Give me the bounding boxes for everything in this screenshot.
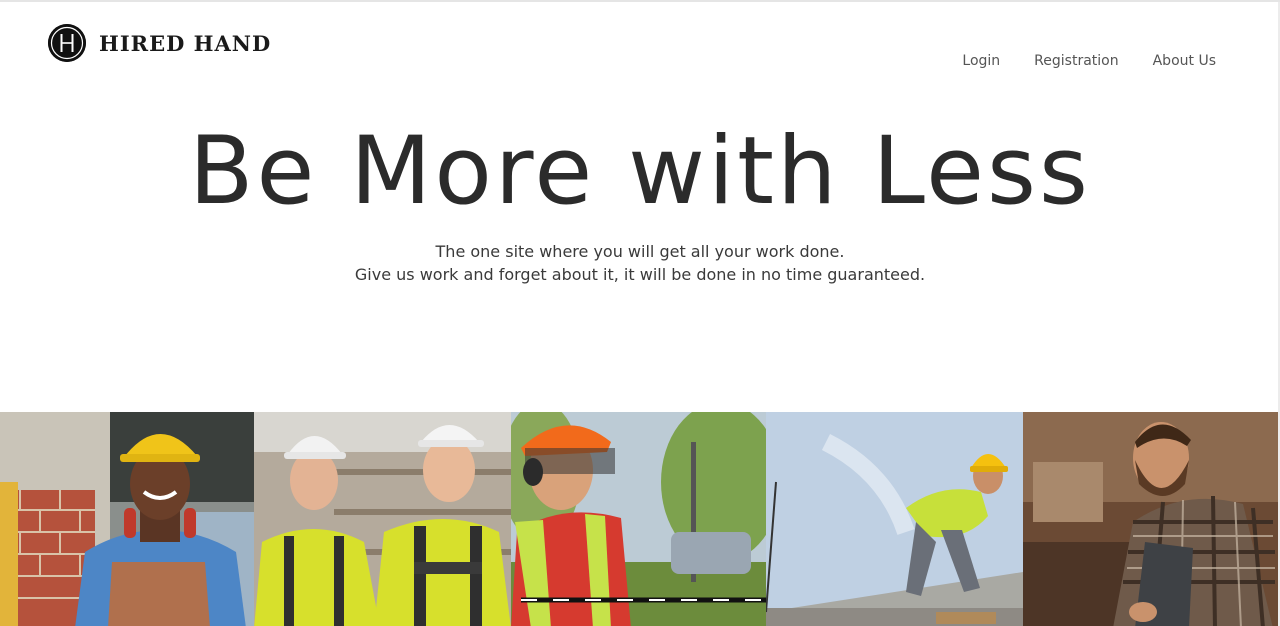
hero-subtitle: The one site where you will get all your…	[0, 240, 1280, 286]
brand-logo-link[interactable]: HIRED HAND	[48, 24, 271, 62]
logo-h-icon	[48, 24, 86, 62]
nav-login-link[interactable]: Login	[962, 53, 1000, 69]
worker-photo-1	[0, 412, 254, 626]
nav-registration-link[interactable]: Registration	[1034, 53, 1118, 69]
nav-about-us-link[interactable]: About Us	[1153, 53, 1216, 69]
worker-photo-strip	[0, 412, 1280, 626]
worker-photo-3	[511, 412, 766, 626]
worker-photo-4	[766, 412, 1023, 626]
worker-photo-2	[254, 412, 511, 626]
hero-subtitle-line-2: Give us work and forget about it, it wil…	[354, 265, 926, 284]
landing-page: HIRED HAND Login Registration About Us B…	[0, 0, 1280, 626]
hero-title: Be More with Less	[189, 117, 1091, 226]
hero-subtitle-line-1: The one site where you will get all your…	[435, 242, 845, 261]
worker-photo-5	[1023, 412, 1280, 626]
brand-name: HIRED HAND	[99, 30, 272, 56]
top-nav: Login Registration About Us	[962, 53, 1216, 69]
